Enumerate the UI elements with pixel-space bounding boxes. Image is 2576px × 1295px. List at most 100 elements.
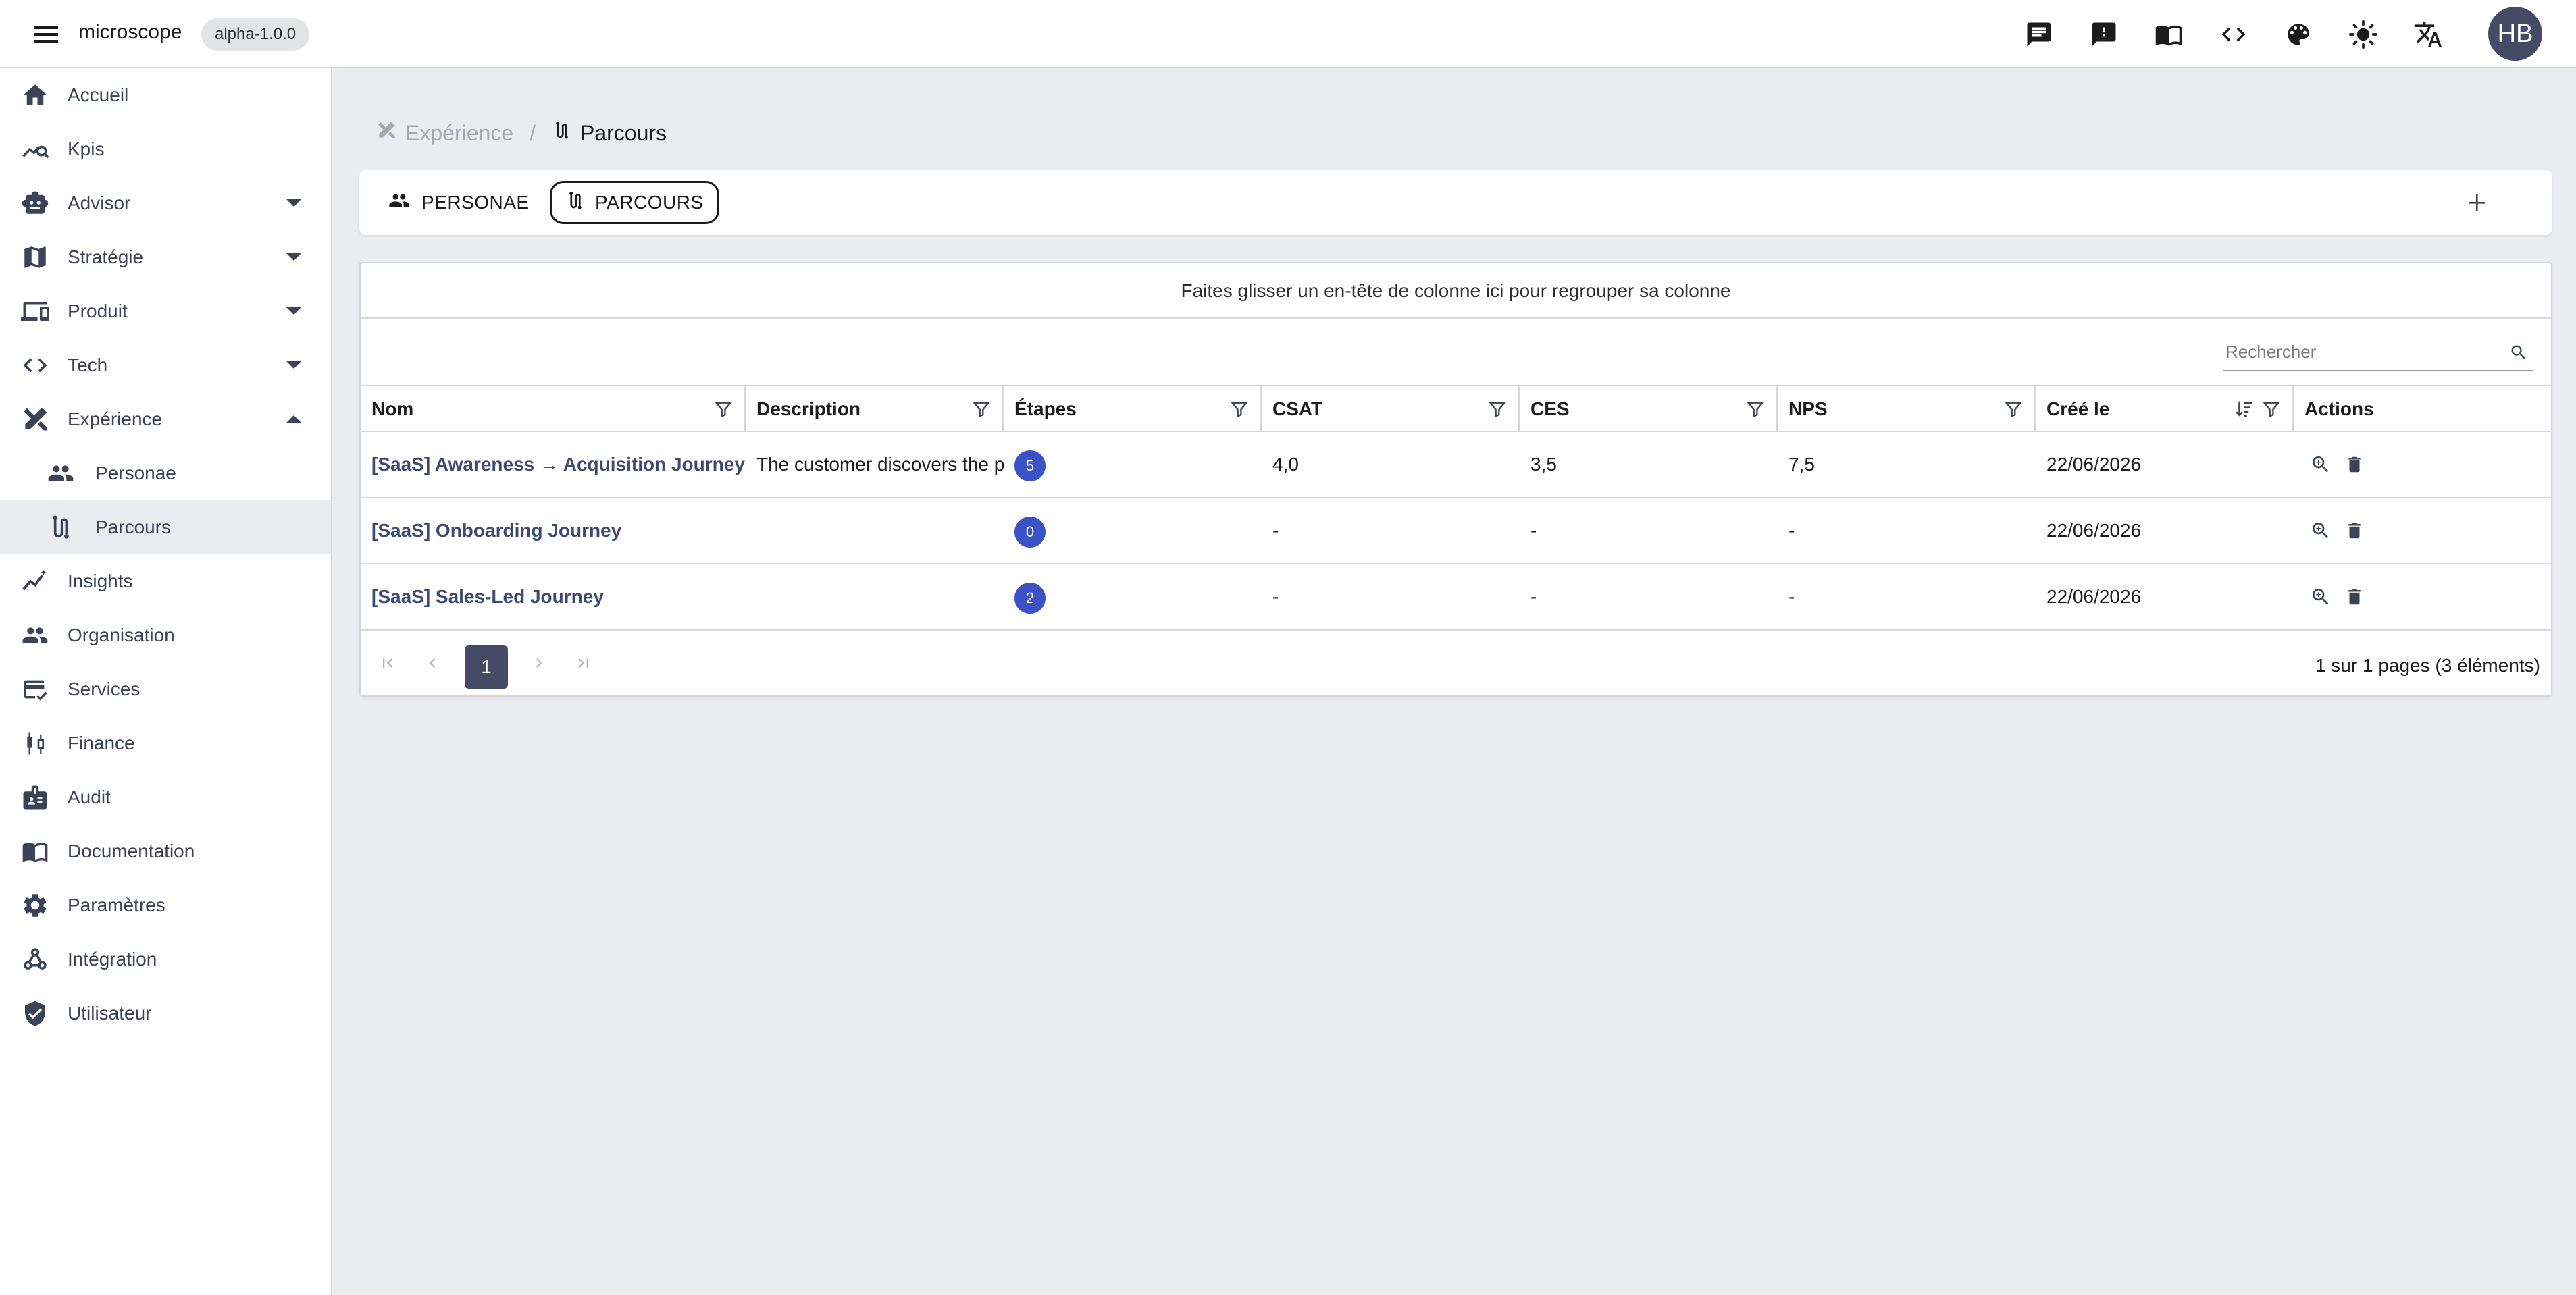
sidebar-item-utilisateur[interactable]: Utilisateur bbox=[0, 986, 331, 1040]
view-icon[interactable] bbox=[2309, 519, 2333, 543]
brightness-icon[interactable] bbox=[2348, 19, 2379, 50]
translate-icon[interactable] bbox=[2413, 19, 2444, 50]
route-icon bbox=[565, 190, 586, 216]
last-page-icon[interactable] bbox=[570, 650, 597, 677]
journey-name-link[interactable]: [SaaS] Awareness → Acquisition Journey bbox=[371, 454, 745, 475]
journeys-grid: Faites glisser un en-tête de colonne ici… bbox=[359, 262, 2552, 697]
breadcrumb-parent[interactable]: Expérience bbox=[376, 120, 513, 147]
sidebar: Accueil Kpis Advisor Stratégie Produit T… bbox=[0, 68, 332, 1295]
design-tools-icon bbox=[376, 120, 397, 147]
view-icon[interactable] bbox=[2309, 585, 2333, 609]
code-icon[interactable] bbox=[2218, 19, 2249, 50]
filter-icon[interactable] bbox=[1486, 398, 1509, 421]
home-icon bbox=[19, 79, 51, 111]
sidebar-item-parametres[interactable]: Paramètres bbox=[0, 878, 331, 932]
palette-icon[interactable] bbox=[2283, 19, 2314, 50]
table-row[interactable]: [SaaS] Onboarding Journey 0 - - - 22/06/… bbox=[361, 498, 2551, 564]
sidebar-item-label: Audit bbox=[68, 787, 111, 808]
chevron-down-icon bbox=[284, 247, 304, 267]
csat-cell: 4,0 bbox=[1272, 454, 1299, 475]
book-icon[interactable] bbox=[2153, 19, 2184, 50]
column-header-csat[interactable]: CSAT bbox=[1262, 386, 1520, 432]
column-header-label: Créé le bbox=[2046, 398, 2110, 419]
filter-icon[interactable] bbox=[2260, 398, 2283, 421]
sidebar-item-organisation[interactable]: Organisation bbox=[0, 608, 331, 662]
top-app-bar: microscope alpha-1.0.0 HB bbox=[0, 0, 2576, 68]
delete-icon[interactable] bbox=[2342, 452, 2367, 477]
table-row[interactable]: [SaaS] Sales-Led Journey 2 - - - 22/06/2… bbox=[361, 564, 2551, 631]
search-box bbox=[2223, 334, 2533, 371]
filter-icon[interactable] bbox=[1228, 398, 1251, 421]
sidebar-item-parcours[interactable]: Parcours bbox=[0, 500, 331, 554]
table-row[interactable]: [SaaS] Awareness → Acquisition Journey T… bbox=[361, 432, 2551, 498]
map-icon bbox=[19, 241, 51, 273]
description-cell bbox=[746, 498, 1004, 563]
column-header-nom[interactable]: Nom bbox=[361, 386, 746, 432]
column-header-nps[interactable]: NPS bbox=[1778, 386, 2036, 432]
search-input[interactable] bbox=[2223, 341, 2493, 363]
sidebar-item-audit[interactable]: Audit bbox=[0, 770, 331, 824]
menu-icon[interactable] bbox=[30, 20, 62, 49]
filter-icon[interactable] bbox=[712, 398, 735, 421]
grid-toolbar bbox=[361, 319, 2551, 386]
sidebar-item-strategie[interactable]: Stratégie bbox=[0, 230, 331, 284]
sidebar-item-integration[interactable]: Intégration bbox=[0, 932, 331, 986]
sidebar-item-insights[interactable]: Insights bbox=[0, 554, 331, 608]
sidebar-item-label: Insights bbox=[68, 571, 133, 591]
webhook-icon bbox=[19, 943, 51, 976]
created-date-cell: 22/06/2026 bbox=[2046, 454, 2142, 475]
tab-parcours[interactable]: PARCOURS bbox=[550, 181, 719, 224]
tab-personae[interactable]: PERSONAE bbox=[373, 181, 543, 224]
filter-icon[interactable] bbox=[2002, 398, 2025, 421]
sidebar-item-accueil[interactable]: Accueil bbox=[0, 68, 331, 122]
journey-name-link[interactable]: [SaaS] Sales-Led Journey bbox=[371, 586, 604, 607]
delete-icon[interactable] bbox=[2342, 585, 2367, 609]
previous-page-icon[interactable] bbox=[419, 650, 446, 677]
csat-cell: - bbox=[1272, 520, 1279, 541]
group-panel[interactable]: Faites glisser un en-tête de colonne ici… bbox=[361, 263, 2551, 319]
design-tools-icon bbox=[19, 403, 51, 435]
chat-icon[interactable] bbox=[2024, 19, 2055, 50]
view-icon[interactable] bbox=[2309, 452, 2333, 477]
created-date-cell: 22/06/2026 bbox=[2046, 586, 2142, 607]
sort-descending-icon[interactable] bbox=[2233, 398, 2256, 421]
add-icon[interactable] bbox=[2462, 188, 2492, 217]
steps-badge: 5 bbox=[1014, 450, 1046, 481]
devices-icon bbox=[19, 295, 51, 327]
breadcrumb-separator: / bbox=[530, 120, 536, 145]
description-cell bbox=[746, 564, 1004, 629]
column-header-ces[interactable]: CES bbox=[1520, 386, 1778, 432]
sidebar-item-advisor[interactable]: Advisor bbox=[0, 176, 331, 230]
column-header-etapes[interactable]: Étapes bbox=[1004, 386, 1262, 432]
chevron-up-icon bbox=[284, 409, 304, 429]
created-date-cell: 22/06/2026 bbox=[2046, 520, 2142, 541]
sidebar-item-documentation[interactable]: Documentation bbox=[0, 824, 331, 878]
journey-name-link[interactable]: [SaaS] Onboarding Journey bbox=[371, 520, 621, 541]
delete-icon[interactable] bbox=[2342, 519, 2367, 543]
column-header-actions: Actions bbox=[2294, 386, 2551, 432]
sidebar-item-kpis[interactable]: Kpis bbox=[0, 122, 331, 176]
filter-icon[interactable] bbox=[970, 398, 993, 421]
sidebar-item-produit[interactable]: Produit bbox=[0, 284, 331, 338]
sidebar-item-label: Expérience bbox=[68, 408, 163, 429]
sidebar-item-experience[interactable]: Expérience bbox=[0, 392, 331, 446]
next-page-icon[interactable] bbox=[525, 650, 552, 677]
pager-info: 1 sur 1 pages (3 éléments) bbox=[2315, 655, 2540, 676]
first-page-icon[interactable] bbox=[374, 650, 401, 677]
column-header-cree-le[interactable]: Créé le bbox=[2036, 386, 2294, 432]
sidebar-item-tech[interactable]: Tech bbox=[0, 338, 331, 392]
gear-icon bbox=[19, 889, 51, 922]
sidebar-item-label: Advisor bbox=[68, 192, 131, 213]
sidebar-item-finance[interactable]: Finance bbox=[0, 716, 331, 770]
avatar[interactable]: HB bbox=[2488, 7, 2542, 61]
sidebar-item-label: Services bbox=[68, 679, 140, 699]
feedback-icon[interactable] bbox=[2088, 19, 2119, 50]
current-page-button[interactable]: 1 bbox=[465, 645, 508, 689]
sidebar-item-services[interactable]: Services bbox=[0, 662, 331, 716]
column-header-description[interactable]: Description bbox=[746, 386, 1004, 432]
search-icon[interactable] bbox=[2508, 342, 2529, 363]
sidebar-item-label: Paramètres bbox=[68, 895, 165, 916]
sidebar-item-personae[interactable]: Personae bbox=[0, 446, 331, 500]
filter-icon[interactable] bbox=[1744, 398, 1767, 421]
route-icon bbox=[552, 120, 572, 147]
